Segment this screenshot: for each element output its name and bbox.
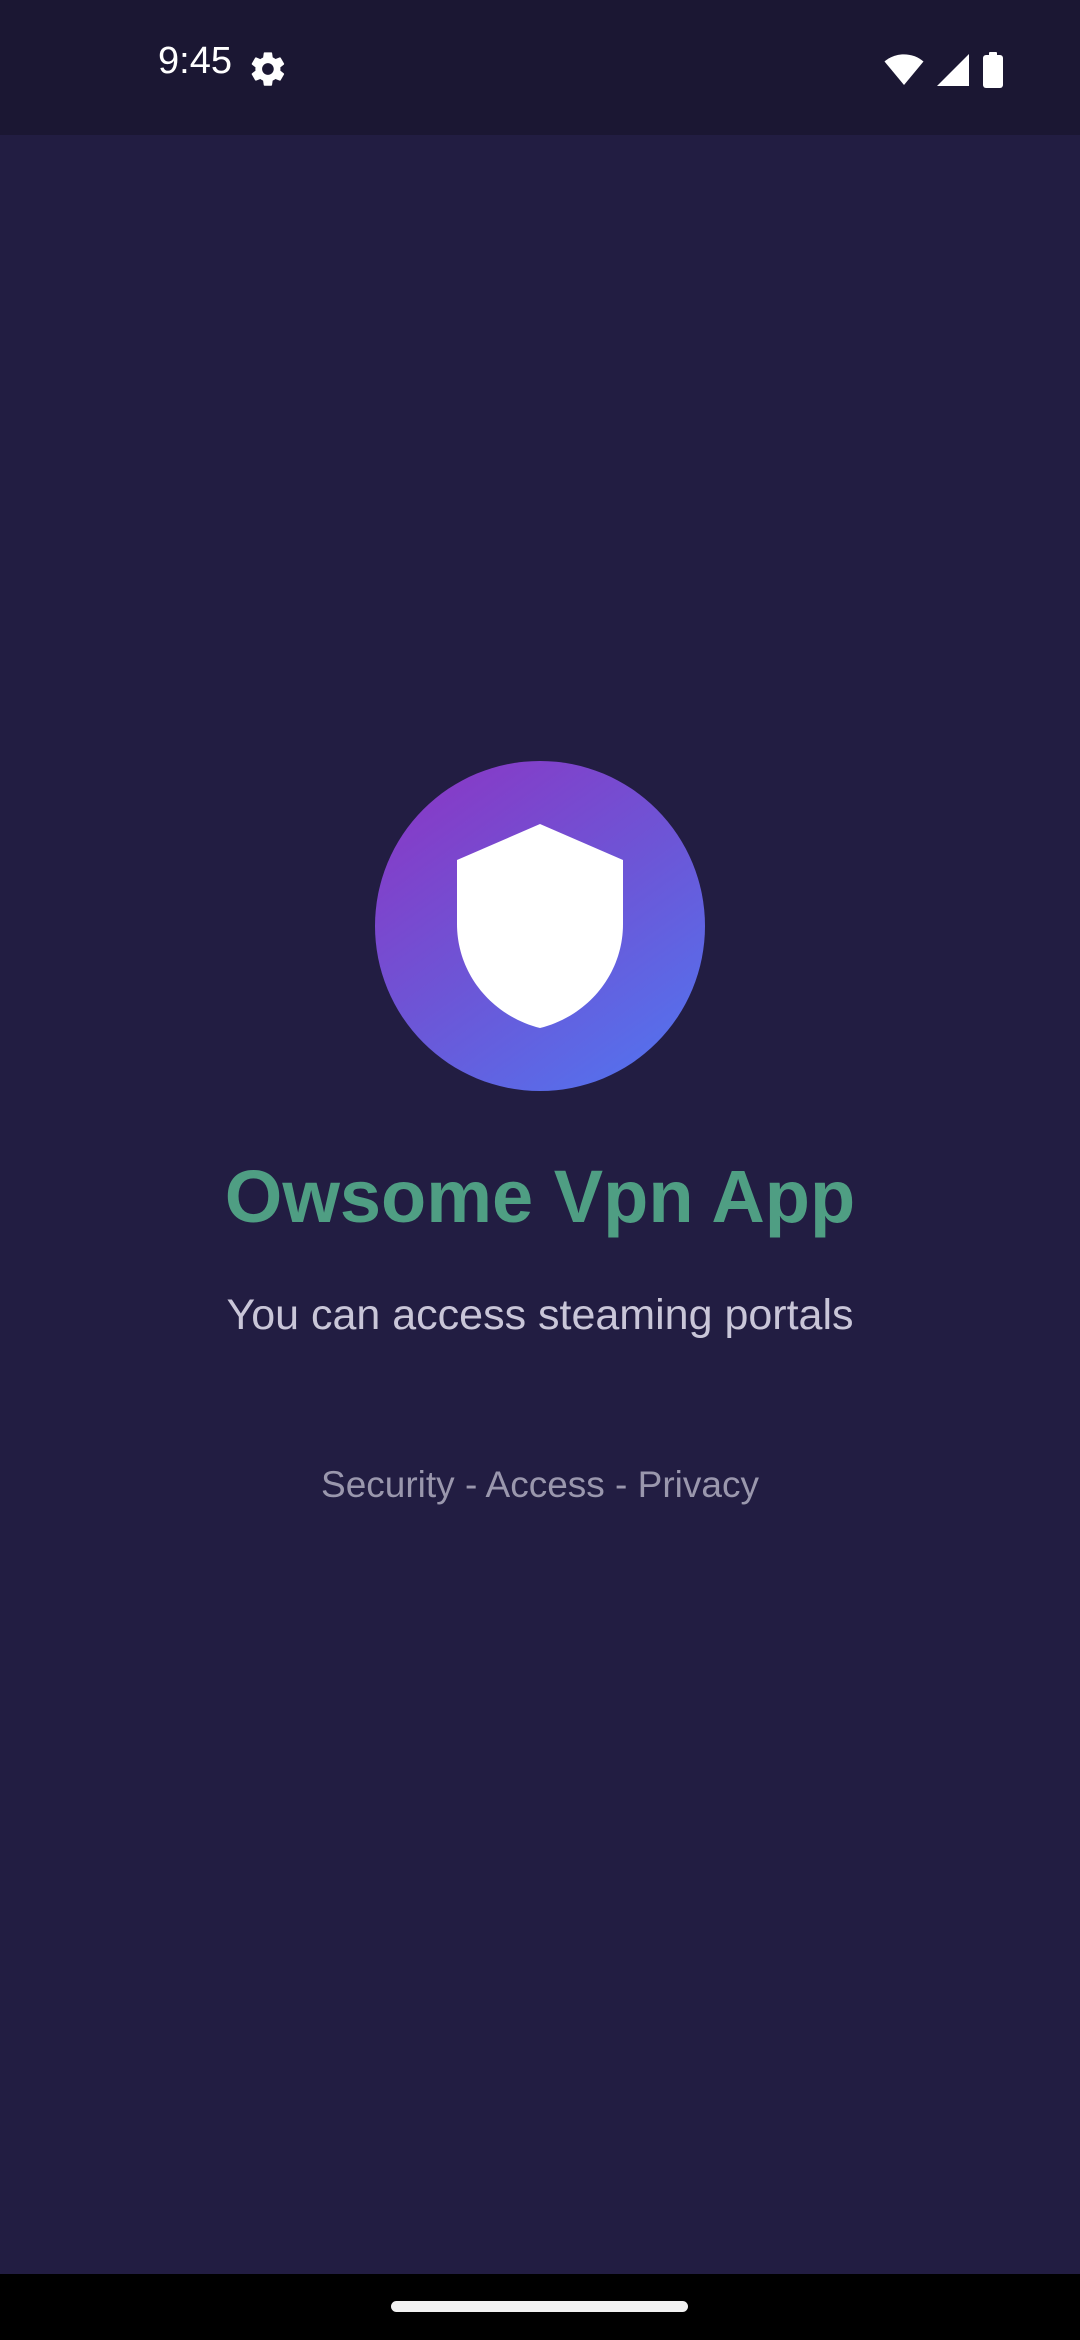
cellular-signal-icon bbox=[937, 54, 969, 86]
app-tagline: Security - Access - Privacy bbox=[321, 1464, 759, 1505]
shield-icon bbox=[457, 824, 623, 1028]
app-subtitle: You can access steaming portals bbox=[226, 1291, 854, 1339]
splash-screen: 9:45 Owsome Vpn App You can access steam… bbox=[0, 0, 1080, 2340]
status-bar: 9:45 bbox=[0, 0, 1080, 135]
app-logo bbox=[375, 761, 705, 1091]
wifi-icon bbox=[884, 54, 924, 85]
app-title: Owsome Vpn App bbox=[224, 1155, 856, 1238]
status-icons bbox=[884, 52, 1004, 88]
battery-icon bbox=[983, 52, 1003, 88]
gear-icon bbox=[251, 52, 285, 86]
status-time: 9:45 bbox=[158, 40, 232, 82]
home-indicator[interactable] bbox=[391, 2301, 688, 2312]
